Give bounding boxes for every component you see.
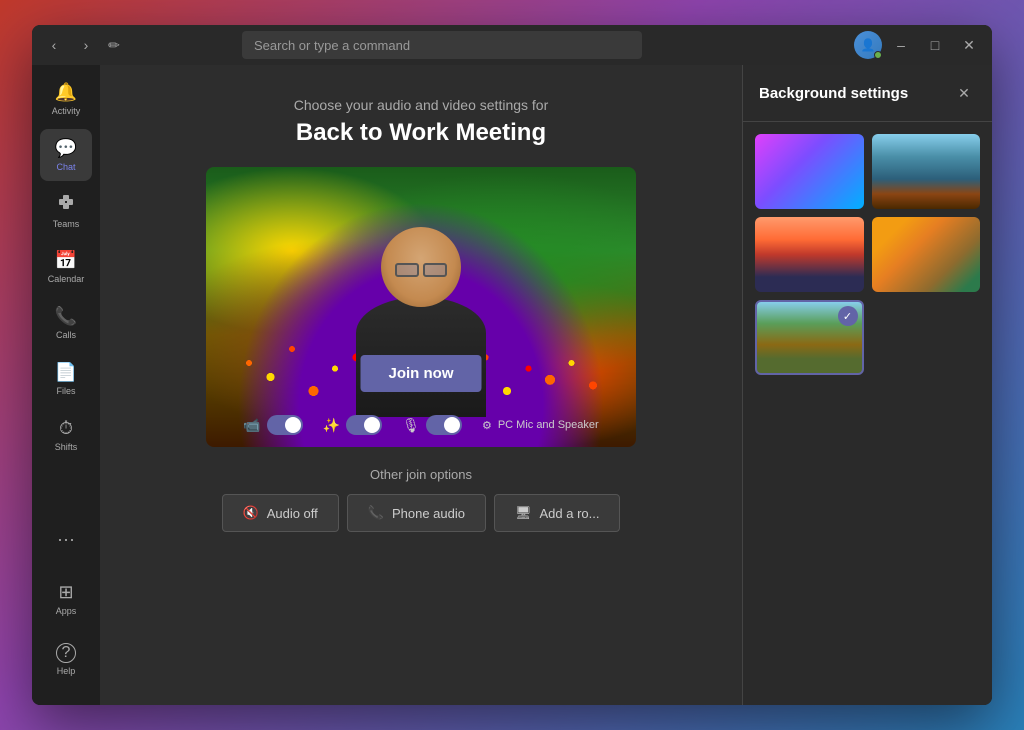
- sidebar-bottom: ··· ⊞ Apps ? Help: [40, 513, 92, 689]
- app-window: ‹ › ✏ Search or type a command 👤 – □ ✕ 🔔…: [32, 25, 992, 705]
- phone-audio-label: Phone audio: [392, 506, 465, 521]
- files-icon: 📄: [55, 362, 77, 383]
- audio-off-icon: 🔇: [243, 505, 259, 521]
- bg-thumbnail-3[interactable]: [872, 217, 981, 292]
- forward-button[interactable]: ›: [72, 31, 100, 59]
- join-options-section: Other join options 🔇 Audio off 📞 Phone a…: [100, 467, 742, 532]
- video-preview: Join now 📹 ✨ 🎙: [206, 167, 636, 447]
- calendar-icon: 📅: [55, 250, 77, 271]
- close-bg-settings-button[interactable]: ✕: [952, 81, 976, 105]
- sidebar-item-chat[interactable]: 💬 Chat: [40, 129, 92, 181]
- effects-icon: ✨: [323, 417, 340, 434]
- camera-control: 📹: [243, 415, 302, 435]
- search-bar[interactable]: Search or type a command: [242, 31, 642, 59]
- avatar[interactable]: 👤: [854, 31, 882, 59]
- content-area: Choose your audio and video settings for…: [100, 65, 742, 705]
- person-head: [381, 227, 461, 307]
- speaker-label: PC Mic and Speaker: [498, 419, 599, 431]
- sidebar-item-activity-label: Activity: [52, 106, 81, 116]
- sidebar-item-help[interactable]: ? Help: [40, 633, 92, 685]
- sidebar-item-files[interactable]: 📄 Files: [40, 353, 92, 405]
- add-room-label: Add a ro...: [540, 506, 600, 521]
- sidebar-item-chat-label: Chat: [56, 162, 75, 172]
- sidebar-item-calls[interactable]: 📞 Calls: [40, 297, 92, 349]
- join-now-button[interactable]: Join now: [361, 355, 482, 392]
- bg-thumbnail-4[interactable]: ✓: [755, 300, 864, 375]
- sidebar-item-apps[interactable]: ⊞ Apps: [40, 573, 92, 625]
- mic-toggle[interactable]: [426, 415, 462, 435]
- selected-check-icon: ✓: [838, 306, 858, 326]
- sidebar-item-apps-label: Apps: [56, 606, 77, 616]
- sidebar-item-calendar-label: Calendar: [48, 274, 85, 284]
- bg-thumbnail-1[interactable]: [872, 134, 981, 209]
- sidebar-item-files-label: Files: [56, 386, 75, 396]
- title-bar: ‹ › ✏ Search or type a command 👤 – □ ✕: [32, 25, 992, 65]
- close-button[interactable]: ✕: [954, 31, 984, 59]
- meeting-title: Back to Work Meeting: [294, 119, 549, 147]
- join-option-buttons: 🔇 Audio off 📞 Phone audio 🖥 Add a ro...: [100, 494, 742, 532]
- sidebar-item-help-label: Help: [57, 666, 76, 676]
- title-bar-right: 👤 – □ ✕: [854, 31, 984, 59]
- sidebar-item-shifts-label: Shifts: [55, 442, 78, 452]
- sidebar-item-shifts[interactable]: ⏱ Shifts: [40, 409, 92, 461]
- sidebar: 🔔 Activity 💬 Chat Teams: [32, 65, 100, 705]
- search-placeholder: Search or type a command: [254, 38, 410, 53]
- sidebar-item-teams-label: Teams: [53, 219, 80, 229]
- compose-button[interactable]: ✏: [100, 31, 128, 59]
- mic-control: 🎙: [402, 415, 462, 435]
- maximize-button[interactable]: □: [920, 31, 950, 59]
- back-button[interactable]: ‹: [40, 31, 68, 59]
- sidebar-item-calendar[interactable]: 📅 Calendar: [40, 241, 92, 293]
- meeting-subtitle: Choose your audio and video settings for: [294, 97, 549, 113]
- effects-toggle[interactable]: [346, 415, 382, 435]
- meeting-header: Choose your audio and video settings for…: [294, 97, 549, 147]
- bg-settings-title: Background settings: [759, 85, 908, 102]
- sidebar-item-teams[interactable]: Teams: [40, 185, 92, 237]
- bg-thumbnail-2[interactable]: [755, 217, 864, 292]
- video-controls: 📹 ✨ 🎙 ⚙ PC Mic and Speaker: [206, 415, 636, 435]
- bg-thumbnails-grid: ✓: [743, 122, 992, 387]
- add-room-icon: 🖥: [515, 505, 532, 521]
- camera-icon: 📹: [243, 417, 260, 434]
- shifts-icon: ⏱: [59, 418, 73, 439]
- apps-icon: ⊞: [58, 582, 73, 603]
- teams-icon: [57, 193, 75, 216]
- help-icon: ?: [56, 643, 76, 663]
- effects-control: ✨: [323, 415, 382, 435]
- user-status-badge: [874, 51, 882, 59]
- phone-audio-icon: 📞: [368, 505, 384, 521]
- sidebar-item-more[interactable]: ···: [40, 513, 92, 565]
- chat-icon: 💬: [55, 138, 77, 159]
- audio-off-button[interactable]: 🔇 Audio off: [222, 494, 339, 532]
- activity-icon: 🔔: [55, 82, 77, 103]
- more-icon: ···: [57, 529, 75, 550]
- phone-audio-button[interactable]: 📞 Phone audio: [347, 494, 486, 532]
- main-content: 🔔 Activity 💬 Chat Teams: [32, 65, 992, 705]
- bg-thumbnail-0[interactable]: [755, 134, 864, 209]
- camera-toggle[interactable]: [267, 415, 303, 435]
- mic-icon: 🎙: [402, 417, 420, 434]
- speaker-info[interactable]: ⚙ PC Mic and Speaker: [482, 419, 599, 432]
- add-room-button[interactable]: 🖥 Add a ro...: [494, 494, 621, 532]
- sidebar-item-calls-label: Calls: [56, 330, 76, 340]
- join-options-title: Other join options: [100, 467, 742, 482]
- calls-icon: 📞: [55, 306, 77, 327]
- nav-buttons: ‹ ›: [40, 31, 100, 59]
- background-settings-panel: Background settings ✕ ✓: [742, 65, 992, 705]
- bg-settings-header: Background settings ✕: [743, 65, 992, 122]
- minimize-button[interactable]: –: [886, 31, 916, 59]
- sidebar-item-activity[interactable]: 🔔 Activity: [40, 73, 92, 125]
- audio-off-label: Audio off: [267, 506, 318, 521]
- speaker-gear-icon: ⚙: [482, 419, 492, 432]
